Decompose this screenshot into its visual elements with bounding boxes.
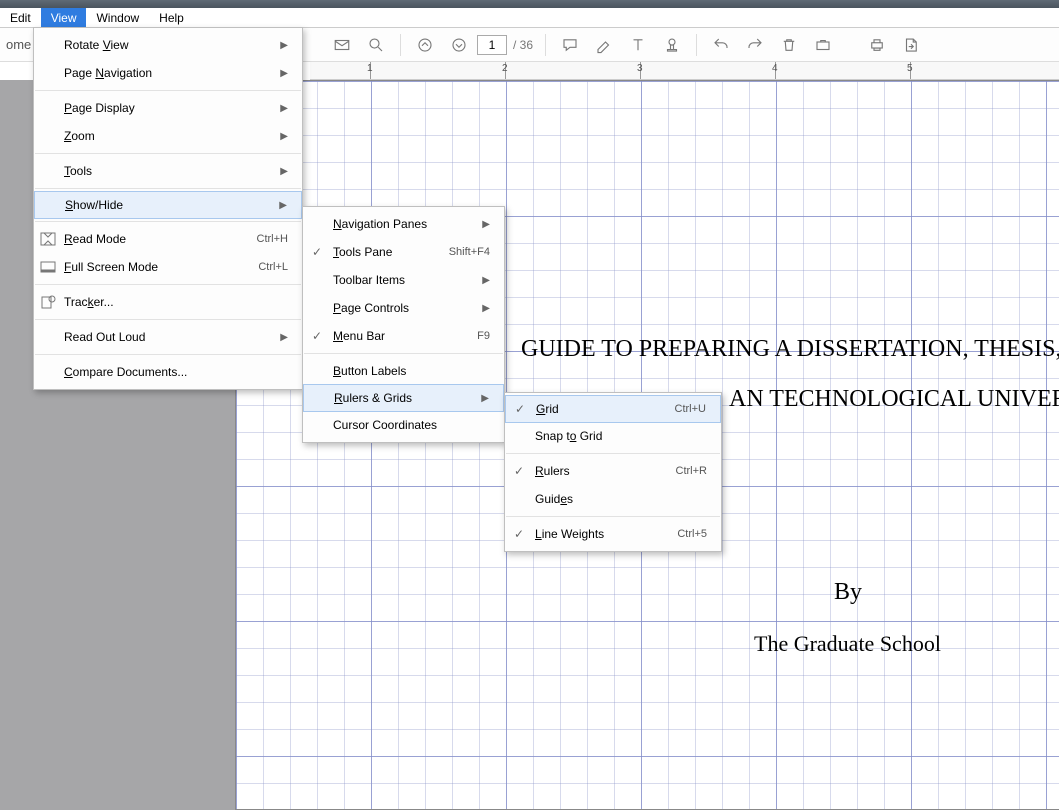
menu-edit[interactable]: Edit <box>0 8 41 27</box>
mi-rotate-view[interactable]: Rotate View▶ <box>34 31 302 59</box>
window-titlebar <box>0 0 1059 8</box>
mi-page-display[interactable]: Page Display▶ <box>34 94 302 122</box>
mi-rulers[interactable]: ✓RulersCtrl+R <box>505 457 721 485</box>
doc-by-line: By <box>834 579 862 606</box>
mi-guides[interactable]: Guides <box>505 485 721 513</box>
mi-page-controls[interactable]: Page Controls▶ <box>303 294 504 322</box>
page-number-input[interactable] <box>477 35 507 55</box>
rulers-grids-submenu: ✓GridCtrl+U Snap to Grid ✓RulersCtrl+R G… <box>504 392 722 552</box>
trash-icon[interactable] <box>773 30 805 60</box>
horizontal-ruler: 1 2 3 4 5 <box>310 62 1059 80</box>
mi-page-navigation[interactable]: Page Navigation▶ <box>34 59 302 87</box>
mi-grid[interactable]: ✓GridCtrl+U <box>505 395 721 423</box>
search-icon[interactable] <box>360 30 392 60</box>
doc-title-line2: AN TECHNOLOGICAL UNIVERS <box>729 386 1059 413</box>
menu-help[interactable]: Help <box>149 8 194 27</box>
page-total-label: / 36 <box>509 38 537 52</box>
menu-window[interactable]: Window <box>86 8 149 27</box>
page-down-icon[interactable] <box>443 30 475 60</box>
doc-author-line: The Graduate School <box>754 631 941 657</box>
mi-tools-pane[interactable]: ✓Tools PaneShift+F4 <box>303 238 504 266</box>
comment-icon[interactable] <box>554 30 586 60</box>
mi-tracker[interactable]: Tracker... <box>34 288 302 316</box>
mi-snap-to-grid[interactable]: Snap to Grid <box>505 422 721 450</box>
text-icon[interactable] <box>622 30 654 60</box>
doc-title-line1: GUIDE TO PREPARING A DISSERTATION, THESI… <box>521 336 1059 363</box>
read-mode-icon <box>40 231 56 247</box>
mi-zoom[interactable]: Zoom▶ <box>34 122 302 150</box>
mi-line-weights[interactable]: ✓Line WeightsCtrl+5 <box>505 520 721 548</box>
print-icon[interactable] <box>861 30 893 60</box>
mi-rulers-and-grids[interactable]: Rulers & Grids▶ <box>303 384 504 412</box>
mi-navigation-panes[interactable]: Navigation Panes▶ <box>303 210 504 238</box>
highlight-icon[interactable] <box>588 30 620 60</box>
redo-icon[interactable] <box>739 30 771 60</box>
export-icon[interactable] <box>895 30 927 60</box>
mi-toolbar-items[interactable]: Toolbar Items▶ <box>303 266 504 294</box>
mi-compare-documents[interactable]: Compare Documents... <box>34 358 302 386</box>
mi-button-labels[interactable]: Button Labels <box>303 357 504 385</box>
mi-tools[interactable]: Tools▶ <box>34 157 302 185</box>
stamp-icon[interactable] <box>656 30 688 60</box>
mi-menu-bar[interactable]: ✓Menu BarF9 <box>303 322 504 350</box>
mi-cursor-coordinates[interactable]: Cursor Coordinates <box>303 411 504 439</box>
menubar: Edit View Window Help <box>0 8 1059 28</box>
undo-icon[interactable] <box>705 30 737 60</box>
tracker-icon <box>40 294 56 310</box>
briefcase-icon[interactable] <box>807 30 839 60</box>
show-hide-submenu: Navigation Panes▶ ✓Tools PaneShift+F4 To… <box>302 206 505 443</box>
mi-show-hide[interactable]: Show/Hide▶ <box>34 191 302 219</box>
view-dropdown: Rotate View▶ Page Navigation▶ Page Displ… <box>33 27 303 390</box>
fullscreen-icon <box>40 259 56 275</box>
page-up-icon[interactable] <box>409 30 441 60</box>
mi-full-screen[interactable]: Full Screen ModeCtrl+L <box>34 253 302 281</box>
mi-read-out-loud[interactable]: Read Out Loud▶ <box>34 323 302 351</box>
envelope-icon[interactable] <box>326 30 358 60</box>
menu-view[interactable]: View <box>41 8 87 27</box>
mi-read-mode[interactable]: Read ModeCtrl+H <box>34 225 302 253</box>
